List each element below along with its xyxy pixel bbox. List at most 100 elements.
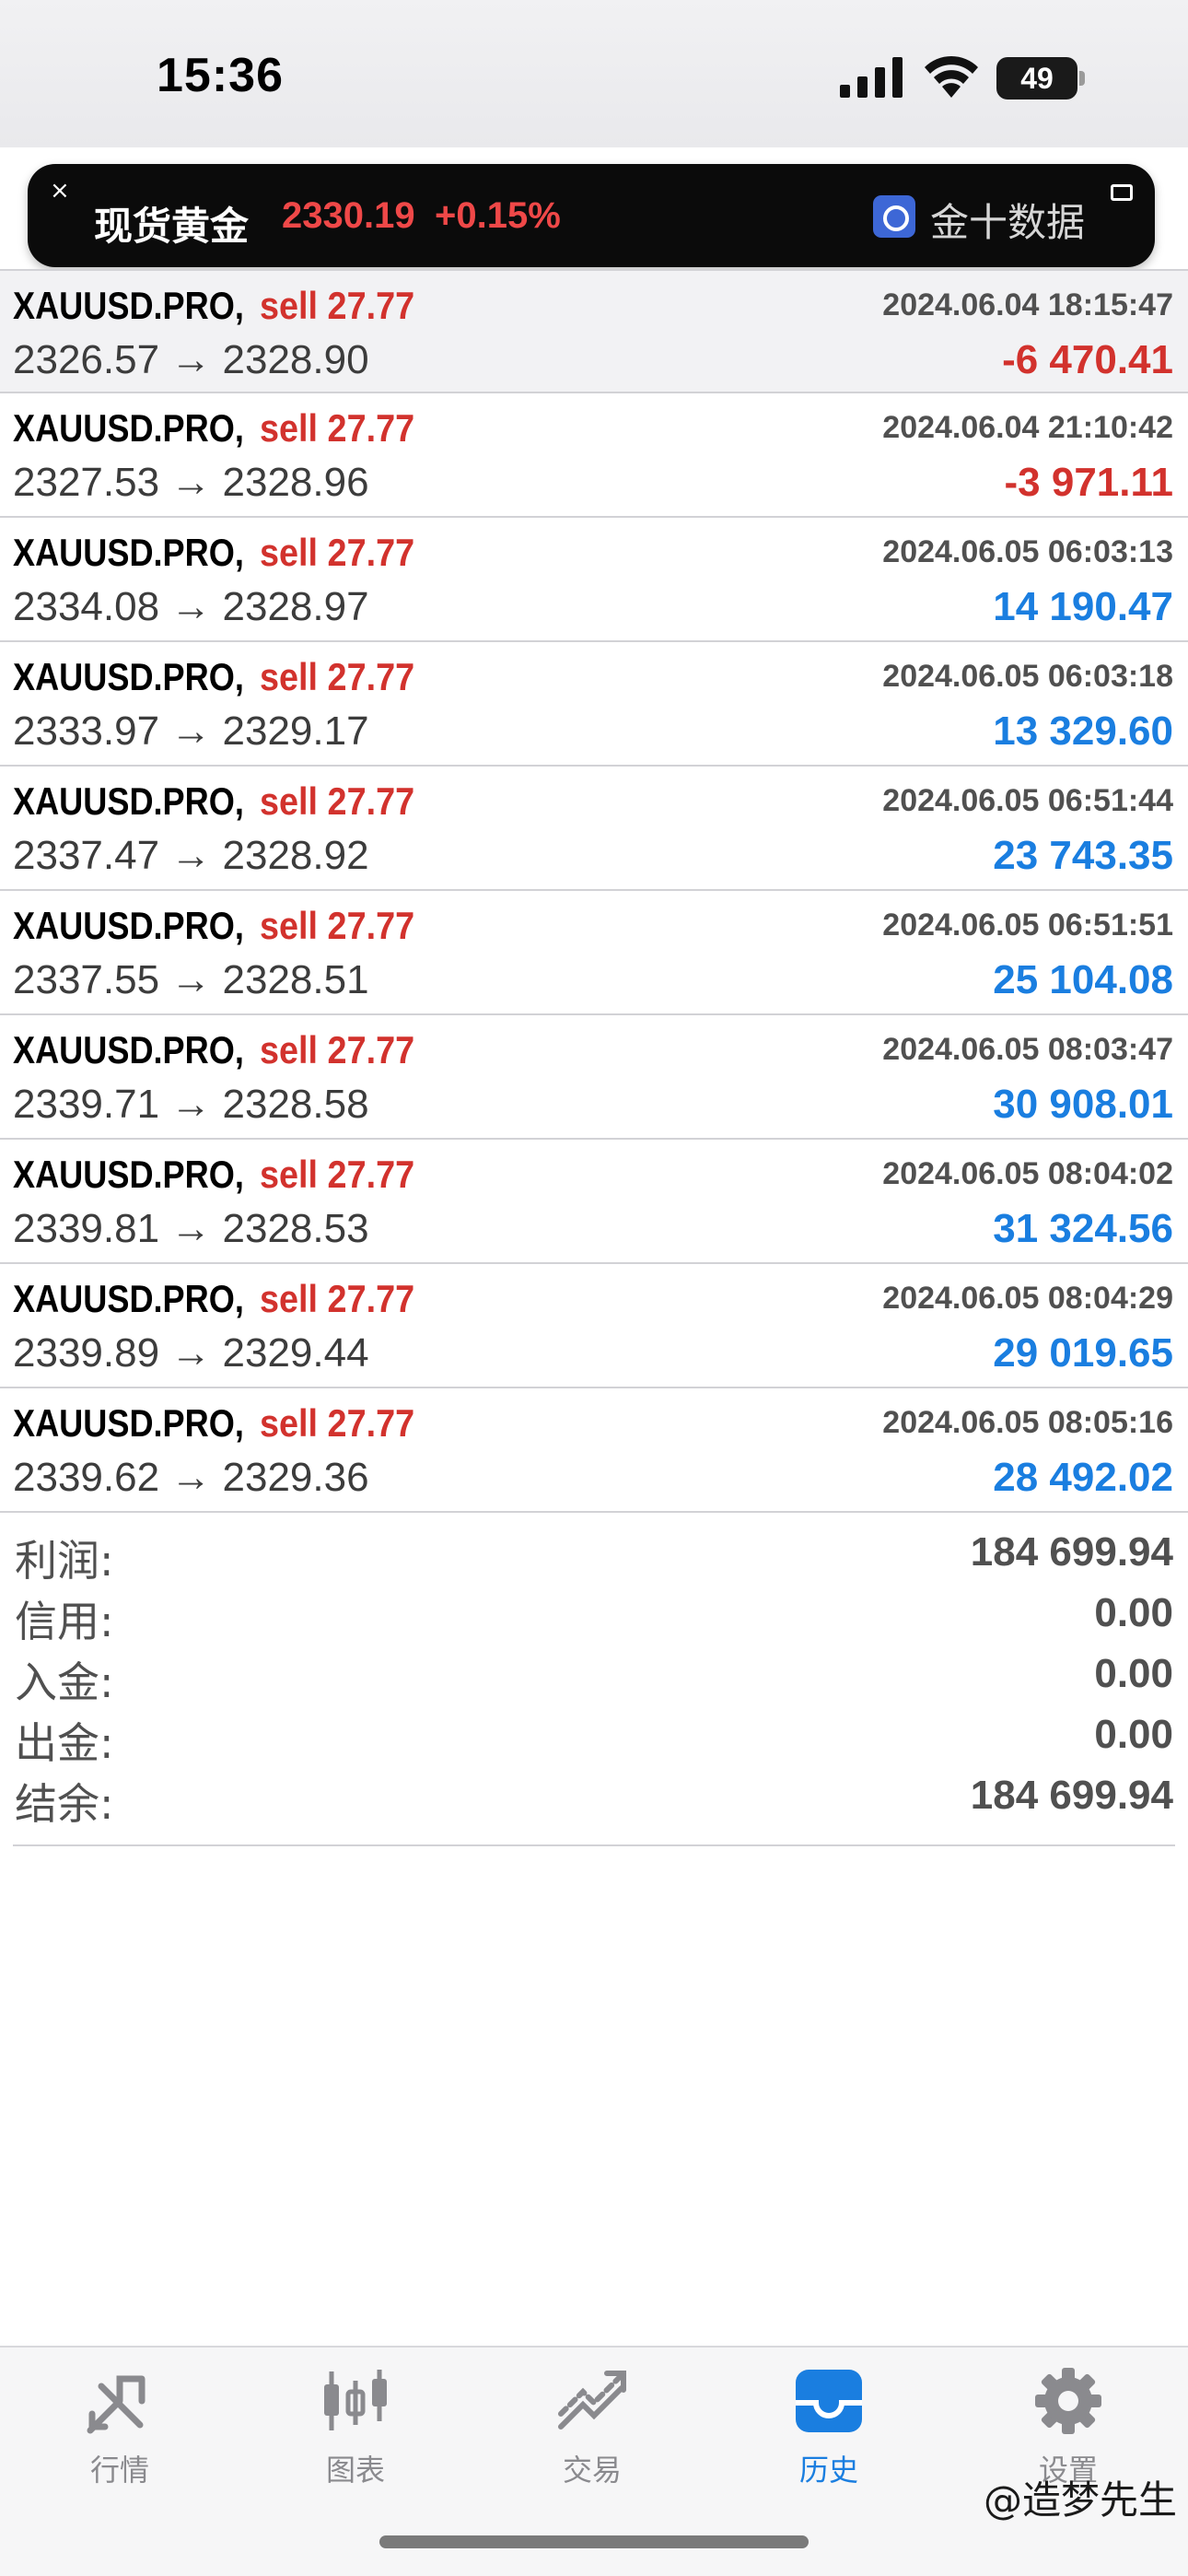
- trade-row[interactable]: XAUUSD.PRO, sell 27.77 2333.97 → 2329.17…: [0, 642, 1188, 767]
- trade-prices: 2327.53 → 2328.96: [13, 460, 369, 505]
- trade-profit: 23 743.35: [993, 833, 1173, 878]
- battery-icon: 49: [996, 57, 1077, 100]
- trade-row[interactable]: XAUUSD.PRO, sell 27.77 2337.55 → 2328.51…: [0, 891, 1188, 1015]
- trade-profit: -6 470.41: [1002, 337, 1173, 382]
- summary-value: 0.00: [1094, 1590, 1173, 1635]
- trade-symbol: XAUUSD.PRO,: [13, 284, 244, 327]
- trade-symbol: XAUUSD.PRO,: [13, 1277, 244, 1320]
- trade-prices: 2339.89 → 2329.44: [13, 1330, 369, 1376]
- ticker-name: 现货黄金: [94, 204, 250, 249]
- trade-side: sell 27.77: [260, 1401, 415, 1445]
- summary-label: 入金:: [15, 1657, 114, 1707]
- trade-prices: 2333.97 → 2329.17: [13, 708, 369, 754]
- trade-side: sell 27.77: [260, 1028, 415, 1071]
- ticker-price: 2330.19: [282, 195, 415, 236]
- trade-prices: 2326.57 → 2328.90: [13, 337, 369, 382]
- trade-prices: 2339.81 → 2328.53: [13, 1206, 369, 1251]
- trade-profit: 25 104.08: [993, 957, 1173, 1002]
- tab-label: 历史: [798, 2453, 858, 2488]
- history-tray-icon: [796, 2370, 862, 2432]
- tab-quotes[interactable]: 行情: [46, 2366, 193, 2495]
- summary-value: 184 699.94: [970, 1773, 1173, 1818]
- trade-time: 2024.06.05 08:04:29: [882, 1281, 1173, 1316]
- battery-tip: [1079, 71, 1085, 86]
- trade-prices: 2339.71 → 2328.58: [13, 1082, 369, 1127]
- trade-row[interactable]: XAUUSD.PRO, sell 27.77 2339.81 → 2328.53…: [0, 1140, 1188, 1264]
- trade-profit: 29 019.65: [993, 1330, 1173, 1376]
- trade-row[interactable]: XAUUSD.PRO, sell 27.77 2327.53 → 2328.96…: [0, 393, 1188, 518]
- summary-label: 利润:: [15, 1536, 114, 1586]
- quotes-icon: [87, 2375, 146, 2434]
- trade-time: 2024.06.05 06:51:51: [882, 907, 1173, 943]
- trade-row[interactable]: XAUUSD.PRO, sell 27.77 2339.89 → 2329.44…: [0, 1264, 1188, 1388]
- trade-time: 2024.06.05 06:51:44: [882, 783, 1173, 818]
- picture-in-picture-icon[interactable]: [1111, 184, 1133, 201]
- summary-row-profit: 利润: 184 699.94: [13, 1524, 1175, 1586]
- trade-profit: -3 971.11: [1004, 460, 1174, 505]
- trade-row[interactable]: XAUUSD.PRO, sell 27.77 2339.62 → 2329.36…: [0, 1388, 1188, 1513]
- tab-label: 行情: [89, 2453, 149, 2488]
- summary-value: 0.00: [1094, 1651, 1173, 1696]
- trade-profit: 14 190.47: [993, 584, 1173, 629]
- trade-profit: 31 324.56: [993, 1206, 1173, 1251]
- trade-symbol: XAUUSD.PRO,: [13, 406, 244, 450]
- tab-label: 交易: [562, 2453, 622, 2488]
- summary-label: 出金:: [15, 1718, 114, 1768]
- trade-time: 2024.06.05 06:03:13: [882, 534, 1173, 569]
- trade-profit: 28 492.02: [993, 1455, 1173, 1500]
- summary-row-withdrawal: 出金: 0.00: [13, 1706, 1175, 1768]
- summary-row-credit: 信用: 0.00: [13, 1585, 1175, 1646]
- trade-profit: 30 908.01: [993, 1082, 1173, 1127]
- trade-side: sell 27.77: [260, 1277, 415, 1320]
- trade-prices: 2337.47 → 2328.92: [13, 833, 369, 878]
- trade-symbol: XAUUSD.PRO,: [13, 1401, 244, 1445]
- trade-row[interactable]: XAUUSD.PRO, sell 27.77 2326.57 → 2328.90…: [0, 269, 1188, 393]
- tab-history[interactable]: 历史: [755, 2366, 903, 2495]
- tab-charts[interactable]: 图表: [282, 2366, 429, 2495]
- trade-symbol: XAUUSD.PRO,: [13, 1153, 244, 1196]
- gold-ticker-banner[interactable]: × 现货黄金 2330.19 +0.15% 金十数据: [28, 164, 1155, 267]
- ticker-source: 金十数据: [930, 200, 1086, 245]
- trade-side: sell 27.77: [260, 531, 415, 574]
- trade-side: sell 27.77: [260, 1153, 415, 1196]
- gear-icon: [1035, 2368, 1101, 2434]
- trade-side: sell 27.77: [260, 655, 415, 698]
- trade-symbol: XAUUSD.PRO,: [13, 779, 244, 823]
- summary-value: 0.00: [1094, 1712, 1173, 1757]
- trade-prices: 2337.55 → 2328.51: [13, 957, 369, 1002]
- summary-row-deposit: 入金: 0.00: [13, 1645, 1175, 1707]
- trade-symbol: XAUUSD.PRO,: [13, 655, 244, 698]
- summary-label: 结余:: [15, 1779, 114, 1829]
- trade-time: 2024.06.05 08:05:16: [882, 1405, 1173, 1440]
- jin10-logo-icon: [873, 195, 915, 238]
- trade-symbol: XAUUSD.PRO,: [13, 904, 244, 947]
- trade-row[interactable]: XAUUSD.PRO, sell 27.77 2337.47 → 2328.92…: [0, 767, 1188, 891]
- trade-prices: 2339.62 → 2329.36: [13, 1455, 369, 1500]
- watermark: @造梦先生: [983, 2477, 1177, 2523]
- summary-row-balance: 结余: 184 699.94: [13, 1767, 1175, 1829]
- trade-row[interactable]: XAUUSD.PRO, sell 27.77 2334.08 → 2328.97…: [0, 518, 1188, 642]
- chart-candles-icon: [324, 2370, 387, 2430]
- trade-time: 2024.06.05 08:03:47: [882, 1032, 1173, 1067]
- trade-row[interactable]: XAUUSD.PRO, sell 27.77 2339.71 → 2328.58…: [0, 1015, 1188, 1140]
- trade-time: 2024.06.05 08:04:02: [882, 1156, 1173, 1191]
- trade-side: sell 27.77: [260, 406, 415, 450]
- summary-label: 信用:: [15, 1597, 114, 1646]
- summary-value: 184 699.94: [970, 1529, 1173, 1575]
- home-indicator[interactable]: [379, 2535, 809, 2548]
- tab-label: 图表: [325, 2453, 385, 2488]
- trade-profit: 13 329.60: [993, 708, 1173, 754]
- trade-symbol: XAUUSD.PRO,: [13, 531, 244, 574]
- trade-prices: 2334.08 → 2328.97: [13, 584, 369, 629]
- trade-side: sell 27.77: [260, 904, 415, 947]
- trade-time: 2024.06.05 06:03:18: [882, 659, 1173, 694]
- trade-time: 2024.06.04 21:10:42: [882, 410, 1173, 445]
- ticker-change: +0.15%: [435, 195, 561, 236]
- trade-icon: [558, 2371, 626, 2430]
- status-time: 15:36: [157, 49, 284, 102]
- trade-history-list: XAUUSD.PRO, sell 27.77 2326.57 → 2328.90…: [0, 269, 1188, 1513]
- close-icon[interactable]: ×: [50, 177, 70, 205]
- trade-side: sell 27.77: [260, 284, 415, 327]
- tab-trade[interactable]: 交易: [518, 2366, 666, 2495]
- cellular-signal-icon: [840, 57, 903, 98]
